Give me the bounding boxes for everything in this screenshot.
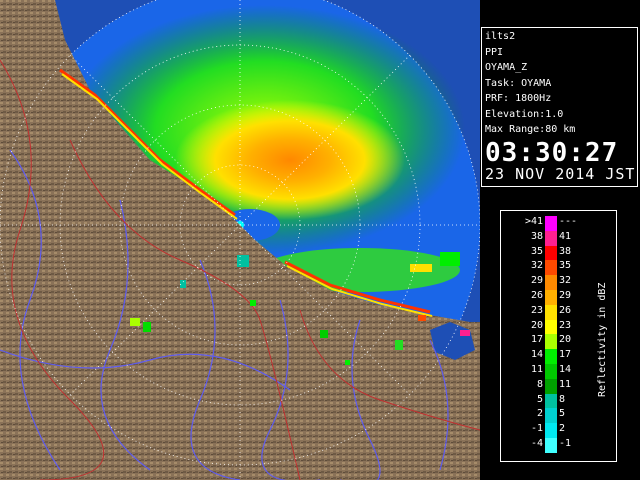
legend-color-swatch [545, 438, 557, 453]
legend-color-swatch [545, 408, 557, 424]
legend-low-label: 20 [530, 319, 543, 331]
legend-color-swatch [545, 216, 557, 231]
legend-high-label: -1 [559, 438, 572, 449]
legend-high-label: 41 [559, 230, 572, 242]
legend-high-label: 35 [559, 260, 572, 272]
info-task: Task: OYAMA [485, 77, 552, 89]
info-field: OYAMA_Z [485, 62, 528, 73]
legend-color-swatch [545, 349, 557, 364]
legend-low-label: 17 [530, 334, 543, 346]
legend-low-label: 32 [530, 260, 543, 272]
legend-color-swatch [545, 378, 557, 394]
legend-low-label: 5 [536, 393, 543, 405]
legend-low-label: -4 [530, 438, 543, 449]
legend-color-swatch [545, 230, 557, 246]
legend-high-label: 2 [559, 423, 566, 435]
legend-low-label: -1 [530, 423, 543, 435]
legend-low-label: 38 [530, 230, 543, 242]
legend-high-label: 20 [559, 334, 572, 346]
info-elevation: Elevation:1.0 [485, 108, 564, 120]
legend-low-label: 23 [530, 304, 543, 316]
legend-high-label: --- [559, 216, 578, 227]
legend-low-label: 2 [536, 408, 543, 420]
legend-high-label: 14 [559, 364, 572, 375]
info-panel: ilts2 PPI OYAMA_Z Task: OYAMA PRF: 1800H… [481, 27, 638, 187]
legend-color-swatch [545, 423, 557, 438]
radar-ppi-display [0, 0, 480, 480]
legend-color-swatch [545, 319, 557, 335]
legend-low-label: >41 [524, 216, 543, 227]
legend-low-label: 29 [530, 275, 543, 287]
legend-color-swatch [545, 275, 557, 290]
legend-low-label: 35 [530, 245, 543, 257]
radar-map-svg [0, 0, 480, 480]
info-max-range: Max Range:80 km [485, 124, 576, 135]
legend-high-label: 32 [559, 275, 572, 287]
info-time: 03:30:27 [485, 137, 619, 168]
legend-unit-label: Reflectivity in dBZ [597, 282, 608, 398]
legend-low-label: 14 [530, 349, 543, 361]
info-host: ilts2 [485, 31, 516, 42]
legend-color-swatch [545, 364, 557, 379]
info-date: 23 NOV 2014 JST [485, 164, 636, 183]
info-prf: PRF: 1800Hz [485, 93, 552, 104]
legend-color-swatch [545, 304, 557, 320]
legend-high-label: 17 [559, 349, 572, 361]
legend-low-label: 11 [530, 364, 543, 375]
reflectivity-legend: >41 --- 38 41 35 38 32 35 29 32 26 29 23 26 20 23 17 20 14… [500, 210, 617, 462]
legend-low-label: 26 [530, 290, 543, 301]
legend-color-swatch [545, 260, 557, 276]
legend-color-swatch [545, 290, 557, 305]
legend-high-label: 29 [559, 290, 572, 301]
legend-high-label: 23 [559, 319, 572, 331]
legend-high-label: 11 [559, 378, 572, 390]
legend-high-label: 38 [559, 245, 572, 257]
legend-high-label: 26 [559, 304, 572, 316]
legend-low-label: 8 [536, 378, 543, 390]
legend-color-swatch [545, 245, 557, 261]
legend-high-label: 5 [559, 408, 566, 420]
legend-high-label: 8 [559, 393, 566, 405]
legend-color-swatch [545, 334, 557, 350]
legend-color-swatch [545, 393, 557, 409]
info-product: PPI [485, 46, 504, 58]
